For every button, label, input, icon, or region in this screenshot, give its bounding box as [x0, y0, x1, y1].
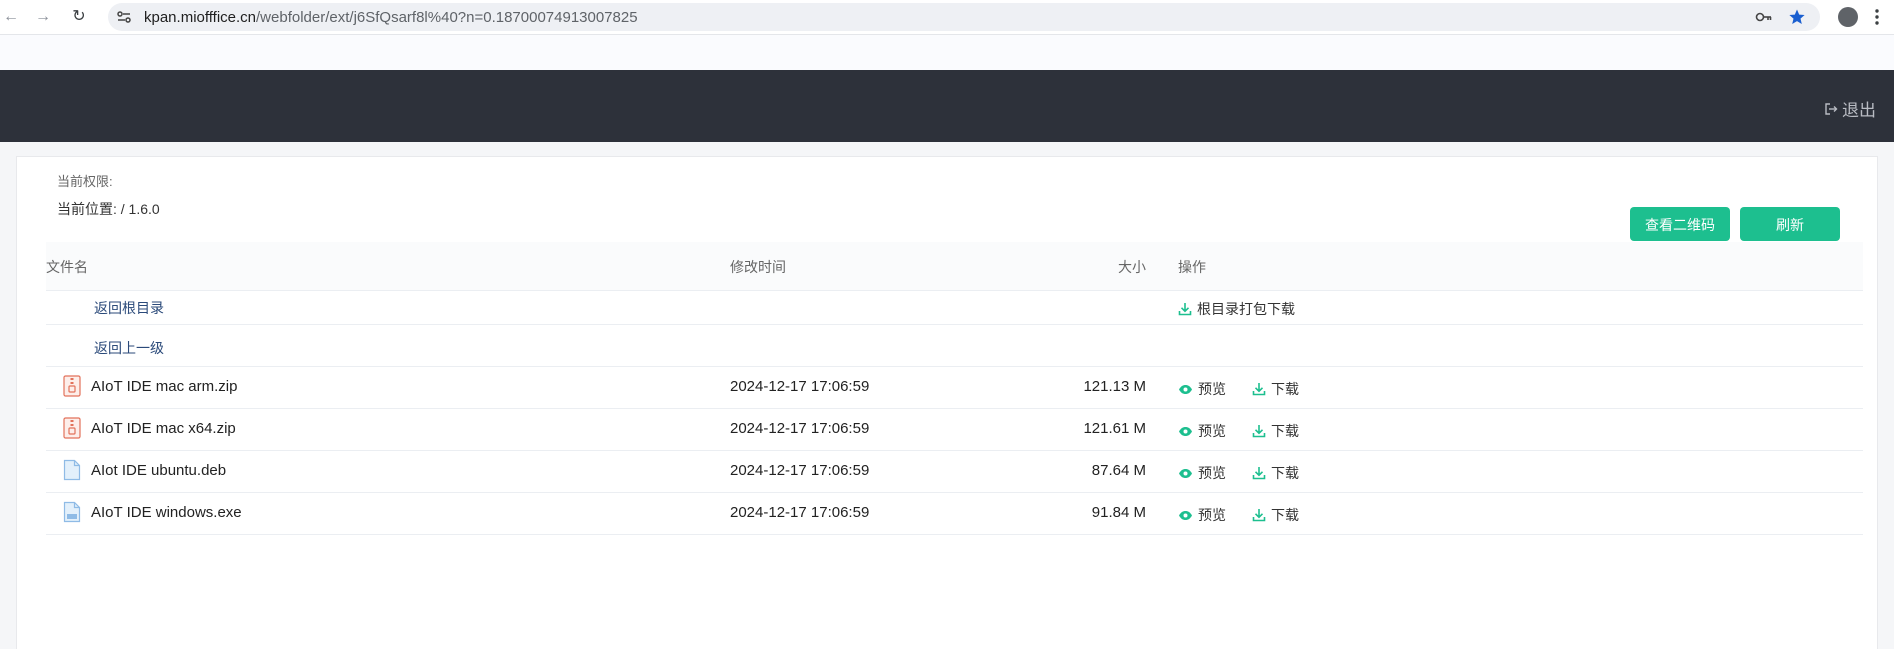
download-button[interactable]: 下载 — [1252, 379, 1299, 399]
password-key-icon[interactable] — [1755, 8, 1773, 26]
bookmark-strip — [0, 35, 1894, 70]
logout-label: 退出 — [1842, 101, 1876, 120]
file-modified-time: 2024-12-17 17:06:59 — [730, 504, 870, 521]
preview-button[interactable]: 预览 — [1178, 463, 1226, 483]
address-bar[interactable]: kpan.miofffice.cn/webfolder/ext/j6SfQsar… — [108, 3, 1820, 31]
preview-label: 预览 — [1198, 381, 1226, 397]
url-text[interactable]: kpan.miofffice.cn/webfolder/ext/j6SfQsar… — [144, 9, 638, 26]
reload-icon[interactable]: ↻ — [68, 6, 90, 28]
file-name-link[interactable]: AIoT IDE windows.exe — [91, 504, 242, 521]
table-row-up: 返回上一级 — [46, 325, 1863, 367]
download-button[interactable]: 下载 — [1252, 463, 1299, 483]
file-size: 121.13 M — [1083, 378, 1146, 395]
back-up-link[interactable]: 返回上一级 — [94, 338, 164, 358]
permission-label: 当前权限: — [57, 174, 113, 189]
download-label: 下载 — [1271, 423, 1299, 439]
site-info-icon[interactable] — [116, 9, 132, 25]
file-name-link[interactable]: AIoT IDE mac x64.zip — [91, 420, 236, 437]
download-button[interactable]: 下载 — [1252, 505, 1299, 525]
exe-file-icon — [63, 501, 81, 523]
root-download-label: 根目录打包下载 — [1197, 301, 1295, 317]
back-to-root-link[interactable]: 返回根目录 — [94, 298, 164, 318]
file-modified-time: 2024-12-17 17:06:59 — [730, 462, 870, 479]
back-icon[interactable]: ← — [0, 6, 22, 28]
download-icon — [1252, 509, 1266, 522]
file-size: 91.84 M — [1091, 504, 1146, 521]
file-table: 文件名 修改时间 大小 操作 返回根目录 根目录打包下载 返回上一级 AIoT … — [46, 242, 1863, 535]
download-label: 下载 — [1271, 507, 1299, 523]
preview-label: 预览 — [1198, 507, 1226, 523]
table-header: 文件名 修改时间 大小 操作 — [46, 242, 1863, 291]
current-location: 当前位置: / 1.6.0 — [57, 199, 160, 219]
zip-file-icon — [63, 375, 81, 397]
url-host: kpan.miofffice.cn — [144, 9, 257, 26]
zip-file-icon — [63, 417, 81, 439]
file-name-link[interactable]: AIot IDE ubuntu.deb — [91, 462, 226, 479]
download-button[interactable]: 下载 — [1252, 421, 1299, 441]
refresh-button[interactable]: 刷新 — [1740, 207, 1840, 241]
download-label: 下载 — [1271, 465, 1299, 481]
browser-menu-icon[interactable] — [1874, 7, 1880, 27]
file-icon — [63, 459, 81, 481]
column-header-size: 大小 — [1118, 259, 1146, 275]
column-header-name: 文件名 — [46, 259, 88, 275]
eye-icon — [1179, 510, 1192, 520]
download-icon — [1252, 467, 1266, 480]
preview-label: 预览 — [1198, 423, 1226, 439]
file-modified-time: 2024-12-17 17:06:59 — [730, 420, 870, 437]
preview-button[interactable]: 预览 — [1178, 379, 1226, 399]
logout-icon — [1825, 102, 1838, 115]
eye-icon — [1179, 426, 1192, 436]
preview-button[interactable]: 预览 — [1178, 421, 1226, 441]
eye-icon — [1179, 384, 1192, 394]
file-modified-time: 2024-12-17 17:06:59 — [730, 378, 870, 395]
logout-button[interactable]: 退出 — [1824, 96, 1876, 121]
column-header-time: 修改时间 — [730, 259, 786, 275]
preview-button[interactable]: 预览 — [1178, 505, 1226, 525]
root-package-download-button[interactable]: 根目录打包下载 — [1178, 299, 1295, 319]
table-row-root: 返回根目录 根目录打包下载 — [46, 291, 1863, 325]
profile-avatar-icon[interactable] — [1838, 7, 1858, 27]
file-size: 121.61 M — [1083, 420, 1146, 437]
download-icon — [1252, 383, 1266, 396]
location-path: / 1.6.0 — [120, 201, 160, 217]
file-name-link[interactable]: AIoT IDE mac arm.zip — [91, 378, 237, 395]
table-row: AIoT IDE mac x64.zip 2024-12-17 17:06:59… — [46, 409, 1863, 451]
browser-toolbar: ← → ↻ kpan.miofffice.cn/webfolder/ext/j6… — [0, 0, 1894, 35]
eye-icon — [1179, 468, 1192, 478]
top-header: 退出 — [0, 70, 1894, 142]
location-label: 当前位置: — [57, 201, 121, 217]
download-icon — [1178, 303, 1192, 316]
preview-label: 预览 — [1198, 465, 1226, 481]
download-icon — [1252, 425, 1266, 438]
forward-icon[interactable]: → — [32, 6, 54, 28]
column-header-actions: 操作 — [1178, 259, 1206, 275]
table-row: AIoT IDE windows.exe 2024-12-17 17:06:59… — [46, 493, 1863, 535]
bookmark-star-icon[interactable] — [1788, 8, 1806, 26]
file-size: 87.64 M — [1091, 462, 1146, 479]
table-row: AIoT IDE mac arm.zip 2024-12-17 17:06:59… — [46, 367, 1863, 409]
file-panel: 当前权限: 当前位置: / 1.6.0 查看二维码 刷新 文件名 修改时间 大小… — [16, 156, 1878, 649]
view-qrcode-button[interactable]: 查看二维码 — [1630, 207, 1730, 241]
table-row: AIot IDE ubuntu.deb 2024-12-17 17:06:59 … — [46, 451, 1863, 493]
url-path: /webfolder/ext/j6SfQsarf8l%40?n=0.187000… — [256, 9, 638, 26]
download-label: 下载 — [1271, 381, 1299, 397]
